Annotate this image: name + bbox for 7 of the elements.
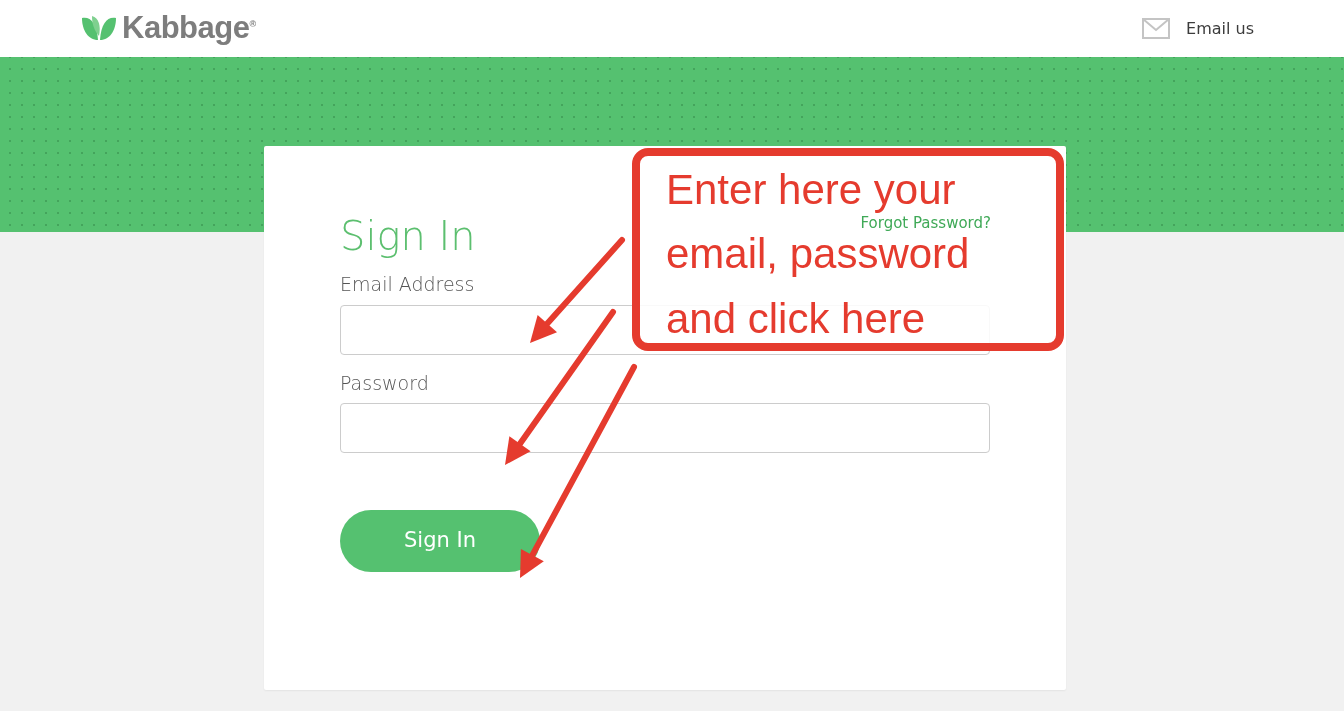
callout-text: Enter here your	[666, 166, 956, 215]
field-label: Password	[340, 370, 430, 396]
field-label: Email Address	[340, 272, 476, 297]
callout-text: and click here	[666, 294, 926, 343]
callout-text: email, password	[666, 230, 970, 279]
brand-logo: Kabbage$^{®}$	[122, 9, 256, 48]
sign-in-title: Sign In	[340, 216, 476, 256]
